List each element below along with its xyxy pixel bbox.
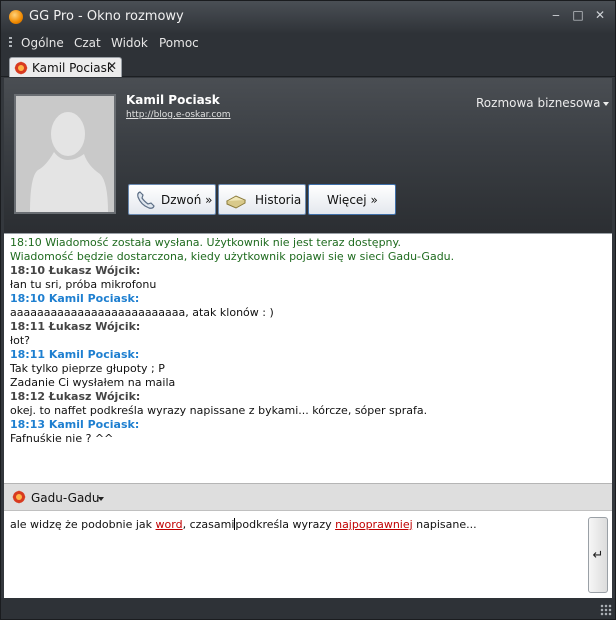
message-text: aaaaaaaaaaaaaaaaaaaaaaaaaa, atak klonów … bbox=[10, 306, 274, 319]
close-button[interactable]: ✕ bbox=[593, 8, 607, 22]
toolbar-grip-icon[interactable] bbox=[9, 37, 12, 49]
conversation-log[interactable]: 18:10 Wiadomość została wysłana. Użytkow… bbox=[4, 233, 612, 483]
conversation-mode-dropdown[interactable]: Rozmowa biznesowa bbox=[476, 96, 610, 110]
message-text: Tak tylko pieprze głupoty ; P bbox=[10, 362, 165, 375]
phone-icon bbox=[137, 191, 155, 209]
message-text: łot? bbox=[10, 334, 31, 347]
window-title: GG Pro - Okno rozmowy bbox=[29, 9, 184, 24]
message-header-other: 18:11 Łukasz Wójcik: bbox=[10, 320, 141, 333]
more-label: Więcej » bbox=[327, 193, 378, 207]
misspelled-word: najpoprawniej bbox=[335, 518, 413, 531]
contact-header: Kamil Pociask http://blog.e-oskar.com Ro… bbox=[4, 78, 612, 233]
menu-general[interactable]: Ogólne bbox=[21, 36, 64, 50]
contact-url-link[interactable]: http://blog.e-oskar.com bbox=[126, 110, 231, 120]
enter-icon: ↵ bbox=[592, 548, 604, 563]
title-bar[interactable]: GG Pro - Okno rozmowy ‒ □ ✕ bbox=[1, 1, 615, 33]
message-header-own: 18:10 Kamil Pociask: bbox=[10, 292, 140, 305]
chevron-down-icon bbox=[98, 497, 104, 501]
misspelled-word: word bbox=[155, 518, 183, 531]
input-text-segment: , czasami bbox=[182, 518, 235, 531]
system-message: 18:10 Wiadomość została wysłana. Użytkow… bbox=[10, 236, 401, 249]
conversation-mode-label: Rozmowa biznesowa bbox=[476, 96, 601, 110]
menu-help[interactable]: Pomoc bbox=[159, 36, 199, 50]
tab-conversation[interactable]: Kamil Pociask ✕ bbox=[9, 57, 122, 77]
message-text: Fafnuśkie nie ? ^^ bbox=[10, 432, 114, 445]
gg-app-icon bbox=[9, 10, 23, 24]
avatar bbox=[14, 94, 116, 214]
tab-row: Kamil Pociask ✕ bbox=[1, 55, 615, 77]
message-header-other: 18:10 Łukasz Wójcik: bbox=[10, 264, 141, 277]
message-text: okej. to naffet podkreśla wyrazy napissa… bbox=[10, 404, 428, 417]
message-input-text: ale widzę że podobnie jak word, czasamip… bbox=[10, 518, 477, 531]
gadu-gadu-icon bbox=[14, 61, 28, 75]
chevron-down-icon bbox=[603, 101, 610, 106]
status-bar bbox=[1, 598, 615, 619]
message-header-own: 18:13 Kamil Pociask: bbox=[10, 418, 140, 431]
contact-name: Kamil Pociask bbox=[126, 93, 220, 107]
history-label: Historia bbox=[255, 193, 302, 207]
menu-chat[interactable]: Czat bbox=[74, 36, 101, 50]
message-header-own: 18:11 Kamil Pociask: bbox=[10, 348, 140, 361]
tab-label: Kamil Pociask bbox=[32, 61, 114, 75]
system-message: Wiadomość będzie dostarczona, kiedy użyt… bbox=[10, 250, 455, 263]
call-label: Dzwoń » bbox=[161, 193, 213, 207]
input-text-segment: ale widzę że podobnie jak bbox=[10, 518, 156, 531]
more-button[interactable]: Więcej » bbox=[308, 184, 396, 215]
call-button[interactable]: Dzwoń » bbox=[128, 184, 216, 215]
tab-close-icon[interactable]: ✕ bbox=[107, 59, 117, 73]
default-avatar-icon bbox=[16, 96, 114, 212]
input-text-segment: napisane... bbox=[412, 518, 477, 531]
maximize-button[interactable]: □ bbox=[571, 8, 585, 22]
history-button[interactable]: Historia bbox=[218, 184, 306, 215]
protocol-label: Gadu-Gadu bbox=[31, 491, 100, 505]
menu-view[interactable]: Widok bbox=[111, 36, 148, 50]
minimize-button[interactable]: ‒ bbox=[549, 8, 563, 22]
input-text-segment: podkreśla wyrazy bbox=[235, 518, 336, 531]
message-header-other: 18:12 Łukasz Wójcik: bbox=[10, 390, 141, 403]
history-book-icon bbox=[225, 195, 247, 209]
message-text: łan tu sri, próba mikrofonu bbox=[10, 278, 157, 291]
chat-window: GG Pro - Okno rozmowy ‒ □ ✕ Ogólne Czat … bbox=[0, 0, 616, 620]
message-text: Zadanie Ci wysłałem na maila bbox=[10, 376, 176, 389]
resize-grip-icon[interactable] bbox=[600, 604, 612, 616]
gadu-gadu-icon bbox=[12, 490, 26, 504]
protocol-selector[interactable]: Gadu-Gadu bbox=[4, 483, 612, 510]
message-input[interactable]: ale widzę że podobnie jak word, czasamip… bbox=[4, 510, 612, 598]
send-button[interactable]: ↵ bbox=[588, 517, 608, 593]
menu-bar: Ogólne Czat Widok Pomoc bbox=[1, 33, 615, 55]
